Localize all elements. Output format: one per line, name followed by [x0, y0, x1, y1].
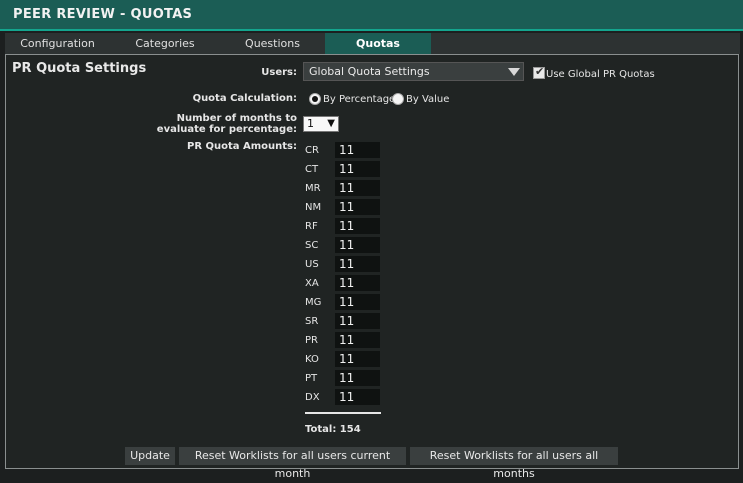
quota-code: CR	[305, 145, 319, 156]
tab-configuration[interactable]: Configuration	[5, 33, 110, 54]
quota-input[interactable]: 11	[335, 370, 380, 386]
quota-code: SR	[305, 316, 319, 327]
months-label-line2: evaluate for percentage:	[156, 124, 297, 135]
total-divider	[305, 412, 381, 414]
months-label-line1: Number of months to	[176, 113, 297, 124]
quota-input[interactable]: 11	[335, 142, 380, 158]
quota-input[interactable]: 11	[335, 389, 380, 405]
radio-by-percentage[interactable]	[309, 93, 321, 105]
quota-input[interactable]: 11	[335, 199, 380, 215]
quota-input[interactable]: 11	[335, 180, 380, 196]
title-bar: PEER REVIEW - QUOTAS	[0, 0, 743, 31]
quota-code: NM	[305, 202, 322, 213]
window-title: PEER REVIEW - QUOTAS	[13, 7, 193, 22]
reset-current-month-button[interactable]: Reset Worklists for all users current mo…	[179, 447, 406, 480]
quota-amounts-label: PR Quota Amounts:	[186, 141, 297, 152]
by-value-label: By Value	[406, 94, 450, 105]
tab-questions[interactable]: Questions	[220, 33, 325, 54]
quota-input[interactable]: 11	[335, 294, 380, 310]
radio-by-value[interactable]	[392, 93, 404, 105]
months-selected-value: 1	[307, 117, 314, 130]
quota-code: RF	[305, 221, 318, 232]
tab-bar: Configuration Categories Questions Quota…	[5, 33, 740, 54]
update-button[interactable]: Update	[125, 447, 175, 465]
radio-selected-dot	[312, 96, 318, 102]
quota-code: MR	[305, 183, 321, 194]
quota-code: SC	[305, 240, 319, 251]
quota-input[interactable]: 11	[335, 313, 380, 329]
use-global-checkbox[interactable]: ✔	[533, 65, 545, 79]
by-percentage-label: By Percentage	[323, 94, 396, 105]
quota-input[interactable]: 11	[335, 161, 380, 177]
quota-code: CT	[305, 164, 319, 175]
quota-input[interactable]: 11	[335, 275, 380, 291]
quota-code: KO	[305, 354, 319, 365]
users-label: Users:	[261, 67, 297, 78]
chevron-down-icon: ▼	[327, 118, 335, 129]
dropdown-arrow-icon	[508, 68, 520, 76]
quota-total: Total: 154	[305, 424, 361, 435]
reset-all-months-button[interactable]: Reset Worklists for all users all months	[410, 447, 618, 480]
quota-input[interactable]: 11	[335, 332, 380, 348]
quota-code: PR	[305, 335, 318, 346]
quota-code: PT	[305, 373, 318, 384]
quota-code: XA	[305, 278, 319, 289]
quota-code: US	[305, 259, 319, 270]
use-global-label: Use Global PR Quotas	[546, 69, 655, 80]
users-selected-value: Global Quota Settings	[309, 65, 430, 78]
quota-input[interactable]: 11	[335, 237, 380, 253]
checkmark-icon: ✔	[535, 65, 545, 78]
quota-code: DX	[305, 392, 320, 403]
quota-input[interactable]: 11	[335, 351, 380, 367]
quota-input[interactable]: 11	[335, 218, 380, 234]
quota-input[interactable]: 11	[335, 256, 380, 272]
tab-quotas[interactable]: Quotas	[325, 33, 431, 54]
months-select[interactable]: 1 ▼	[303, 116, 339, 132]
section-title: PR Quota Settings	[12, 61, 147, 76]
quota-code: MG	[305, 297, 322, 308]
tab-categories[interactable]: Categories	[110, 33, 220, 54]
users-select[interactable]: Global Quota Settings	[303, 62, 524, 81]
quota-calculation-label: Quota Calculation:	[192, 93, 297, 104]
months-label: Number of months to evaluate for percent…	[150, 113, 297, 135]
